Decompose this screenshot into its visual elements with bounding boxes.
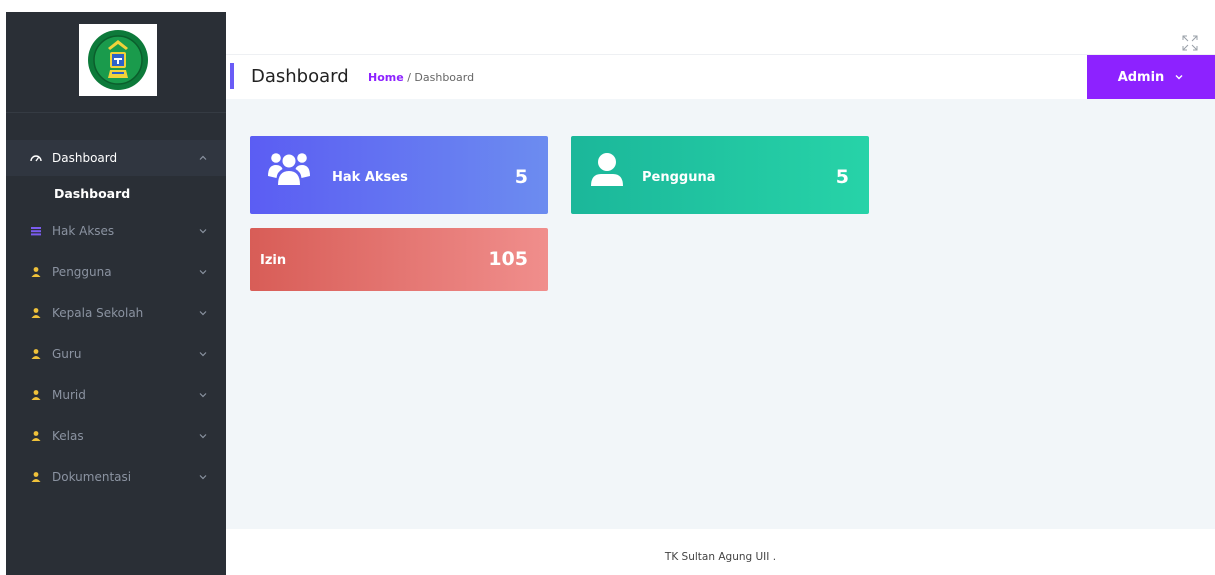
card-label: Hak Akses xyxy=(332,170,408,185)
main-content: Hak Akses 5 Pengguna 5 Izin 105 xyxy=(226,99,1215,529)
chevron-down-icon xyxy=(199,310,207,315)
footer-text: TK Sultan Agung UII . xyxy=(664,551,777,563)
breadcrumb-home-link[interactable]: Home xyxy=(368,71,404,84)
list-icon xyxy=(30,225,42,237)
pengguna-card[interactable]: Pengguna 5 xyxy=(571,136,869,214)
sidebar-item-dokumentasi[interactable]: Dokumentasi xyxy=(6,456,226,497)
sidebar: Dashboard Dashboard Hak Akses Pengguna K… xyxy=(6,12,226,575)
sidebar-item-kelas[interactable]: Kelas xyxy=(6,415,226,456)
izin-card[interactable]: Izin 105 xyxy=(250,228,548,291)
top-bar xyxy=(226,12,1215,55)
fullscreen-icon[interactable] xyxy=(1181,34,1199,52)
user-icon xyxy=(30,389,42,401)
sidebar-menu: Dashboard Dashboard Hak Akses Pengguna K… xyxy=(6,140,226,497)
breadcrumb-separator: / xyxy=(407,71,411,84)
sidebar-item-label: Hak Akses xyxy=(52,223,115,238)
chevron-up-icon xyxy=(199,155,207,160)
sidebar-item-pengguna[interactable]: Pengguna xyxy=(6,251,226,292)
sidebar-item-label: Kelas xyxy=(52,428,84,443)
user-icon xyxy=(30,348,42,360)
page-footer: TK Sultan Agung UII . xyxy=(226,529,1215,575)
card-count: 5 xyxy=(835,166,849,188)
users-icon xyxy=(268,153,310,185)
sidebar-item-label: Guru xyxy=(52,346,82,361)
card-count: 105 xyxy=(488,248,528,270)
card-count: 5 xyxy=(514,166,528,188)
chevron-down-icon xyxy=(199,474,207,479)
chevron-down-icon xyxy=(199,228,207,233)
chevron-down-icon xyxy=(199,269,207,274)
sidebar-divider xyxy=(6,112,226,113)
user-icon xyxy=(30,430,42,442)
breadcrumb: Home / Dashboard xyxy=(368,71,474,84)
sidebar-item-dashboard[interactable]: Dashboard xyxy=(6,140,226,176)
sidebar-subitem-dashboard[interactable]: Dashboard xyxy=(6,176,226,210)
sidebar-item-kepala-sekolah[interactable]: Kepala Sekolah xyxy=(6,292,226,333)
chevron-down-icon xyxy=(1175,75,1183,80)
sidebar-item-guru[interactable]: Guru xyxy=(6,333,226,374)
chevron-down-icon xyxy=(199,392,207,397)
sidebar-item-label: Pengguna xyxy=(52,264,112,279)
school-logo[interactable] xyxy=(79,24,157,96)
sidebar-item-murid[interactable]: Murid xyxy=(6,374,226,415)
header-accent-bar xyxy=(230,63,234,89)
sidebar-item-hak-akses[interactable]: Hak Akses xyxy=(6,210,226,251)
sidebar-item-label: Dashboard xyxy=(52,151,118,165)
user-icon xyxy=(30,307,42,319)
card-label: Pengguna xyxy=(642,170,716,185)
sidebar-subitem-label: Dashboard xyxy=(54,185,131,201)
sidebar-item-label: Dokumentasi xyxy=(52,469,132,484)
chevron-down-icon xyxy=(199,351,207,356)
sidebar-item-label: Murid xyxy=(52,387,86,402)
user-menu-button[interactable]: Admin xyxy=(1087,55,1215,99)
user-icon xyxy=(591,153,623,186)
page-title: Dashboard xyxy=(251,66,349,87)
card-label: Izin xyxy=(260,253,287,268)
user-icon xyxy=(30,266,42,278)
page-header: Dashboard Home / Dashboard Admin xyxy=(226,55,1215,99)
chevron-down-icon xyxy=(199,433,207,438)
hak-akses-card[interactable]: Hak Akses 5 xyxy=(250,136,548,214)
dashboard-icon xyxy=(30,152,42,164)
sidebar-item-label: Kepala Sekolah xyxy=(52,305,144,320)
user-menu-label: Admin xyxy=(1117,69,1165,85)
school-emblem-icon xyxy=(88,30,148,90)
breadcrumb-current: Dashboard xyxy=(414,71,475,84)
user-icon xyxy=(30,471,42,483)
